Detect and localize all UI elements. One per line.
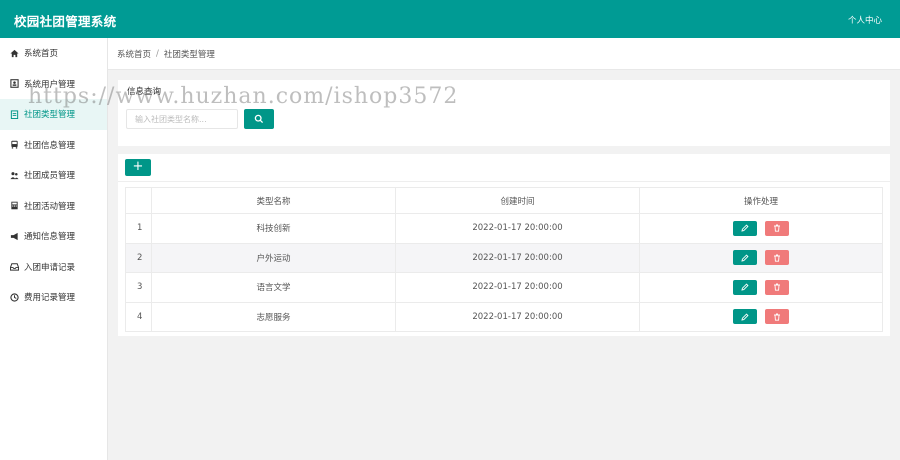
edit-icon (741, 313, 749, 321)
sidebar-item-members[interactable]: 社团成员管理 (0, 160, 107, 191)
table-header-row: 类型名称 创建时间 操作处理 (125, 187, 883, 214)
sidebar-item-users[interactable]: 系统用户管理 (0, 69, 107, 100)
header-actions: 操作处理 (639, 187, 883, 214)
trash-icon (774, 283, 781, 291)
edit-icon (741, 283, 749, 291)
sidebar-item-label: 系统首页 (24, 49, 59, 60)
row-created-time: 2022-01-17 20:00:00 (395, 301, 640, 332)
main-content: 系统首页 / 社团类型管理 信息查询 + 类型名称 创建时间 操作处理 1 (108, 38, 900, 460)
add-button[interactable]: + (125, 159, 151, 176)
row-actions (639, 242, 883, 273)
sidebar-item-activities[interactable]: 社团活动管理 (0, 191, 107, 222)
row-actions (639, 301, 883, 332)
row-type-name: 户外运动 (151, 242, 396, 273)
edit-icon (741, 254, 749, 262)
edit-button[interactable] (732, 309, 757, 325)
sidebar-item-club-info[interactable]: 社团信息管理 (0, 130, 107, 161)
edit-button[interactable] (732, 220, 757, 236)
table-row: 2 户外运动 2022-01-17 20:00:00 (125, 242, 883, 273)
edit-button[interactable] (732, 250, 757, 266)
sidebar-item-label: 入团申请记录 (24, 262, 76, 273)
breadcrumb-home[interactable]: 系统首页 (117, 48, 151, 60)
row-created-time: 2022-01-17 20:00:00 (395, 272, 640, 303)
row-created-time: 2022-01-17 20:00:00 (395, 213, 640, 244)
edit-button[interactable] (732, 279, 757, 295)
clock-icon (10, 293, 19, 302)
delete-button[interactable] (765, 250, 790, 266)
sidebar-item-label: 费用记录管理 (24, 293, 76, 304)
table-panel: + 类型名称 创建时间 操作处理 1 科技创新 2022-01-17 20:00… (118, 154, 890, 336)
edit-icon (741, 224, 749, 232)
user-card-icon (10, 79, 19, 89)
app-title: 校园社团管理系统 (14, 14, 117, 29)
sidebar-item-label: 社团成员管理 (24, 171, 76, 182)
sidebar-item-fees[interactable]: 费用记录管理 (0, 282, 107, 313)
delete-button[interactable] (765, 279, 790, 295)
row-index: 3 (125, 272, 152, 303)
sidebar-item-notices[interactable]: 通知信息管理 (0, 221, 107, 252)
trash-icon (774, 224, 781, 232)
search-input[interactable] (126, 109, 238, 129)
home-icon (10, 49, 19, 58)
divider (118, 181, 890, 182)
header-created-time: 创建时间 (395, 187, 640, 214)
clipboard-icon (10, 110, 19, 119)
table-row: 1 科技创新 2022-01-17 20:00:00 (125, 213, 883, 244)
row-index: 4 (125, 301, 152, 332)
breadcrumb-separator: / (156, 48, 159, 59)
data-table: 类型名称 创建时间 操作处理 1 科技创新 2022-01-17 20:00:0… (125, 187, 883, 332)
top-header: 校园社团管理系统 个人中心 (0, 0, 900, 38)
delete-button[interactable] (765, 220, 790, 236)
table-row: 3 语言文学 2022-01-17 20:00:00 (125, 272, 883, 303)
sidebar: 系统首页 系统用户管理 社团类型管理 社团信息管理 社团成员管理 社团活动管理 … (0, 38, 108, 460)
users-icon (10, 171, 19, 180)
row-type-name: 科技创新 (151, 213, 396, 244)
bus-icon (10, 140, 19, 149)
sidebar-item-label: 通知信息管理 (24, 232, 76, 243)
sidebar-item-label: 社团信息管理 (24, 140, 76, 151)
sidebar-item-label: 系统用户管理 (24, 79, 76, 90)
search-button[interactable] (244, 109, 274, 129)
calculator-icon (10, 201, 19, 210)
row-index: 1 (125, 213, 152, 244)
row-created-time: 2022-01-17 20:00:00 (395, 242, 640, 273)
table-row: 4 志愿服务 2022-01-17 20:00:00 (125, 301, 883, 332)
user-center-link[interactable]: 个人中心 (848, 14, 882, 26)
search-icon (254, 114, 264, 124)
search-panel-title: 信息查询 (127, 87, 162, 97)
sidebar-item-applications[interactable]: 入团申请记录 (0, 252, 107, 283)
search-panel: 信息查询 (118, 80, 890, 146)
trash-icon (774, 313, 781, 321)
sidebar-item-club-types[interactable]: 社团类型管理 (0, 99, 107, 130)
header-type-name: 类型名称 (151, 187, 396, 214)
sidebar-item-label: 社团活动管理 (24, 201, 76, 212)
row-actions (639, 272, 883, 303)
sidebar-item-label: 社团类型管理 (24, 110, 76, 121)
breadcrumb: 系统首页 / 社团类型管理 (108, 38, 900, 70)
breadcrumb-current: 社团类型管理 (163, 49, 215, 60)
trash-icon (774, 254, 781, 262)
row-actions (639, 213, 883, 244)
delete-button[interactable] (765, 309, 790, 325)
header-index (125, 187, 152, 214)
row-index: 2 (125, 242, 152, 273)
row-type-name: 语言文学 (151, 272, 396, 303)
sidebar-item-home[interactable]: 系统首页 (0, 38, 107, 69)
row-type-name: 志愿服务 (151, 301, 396, 332)
inbox-icon (10, 262, 19, 271)
megaphone-icon (10, 232, 19, 241)
